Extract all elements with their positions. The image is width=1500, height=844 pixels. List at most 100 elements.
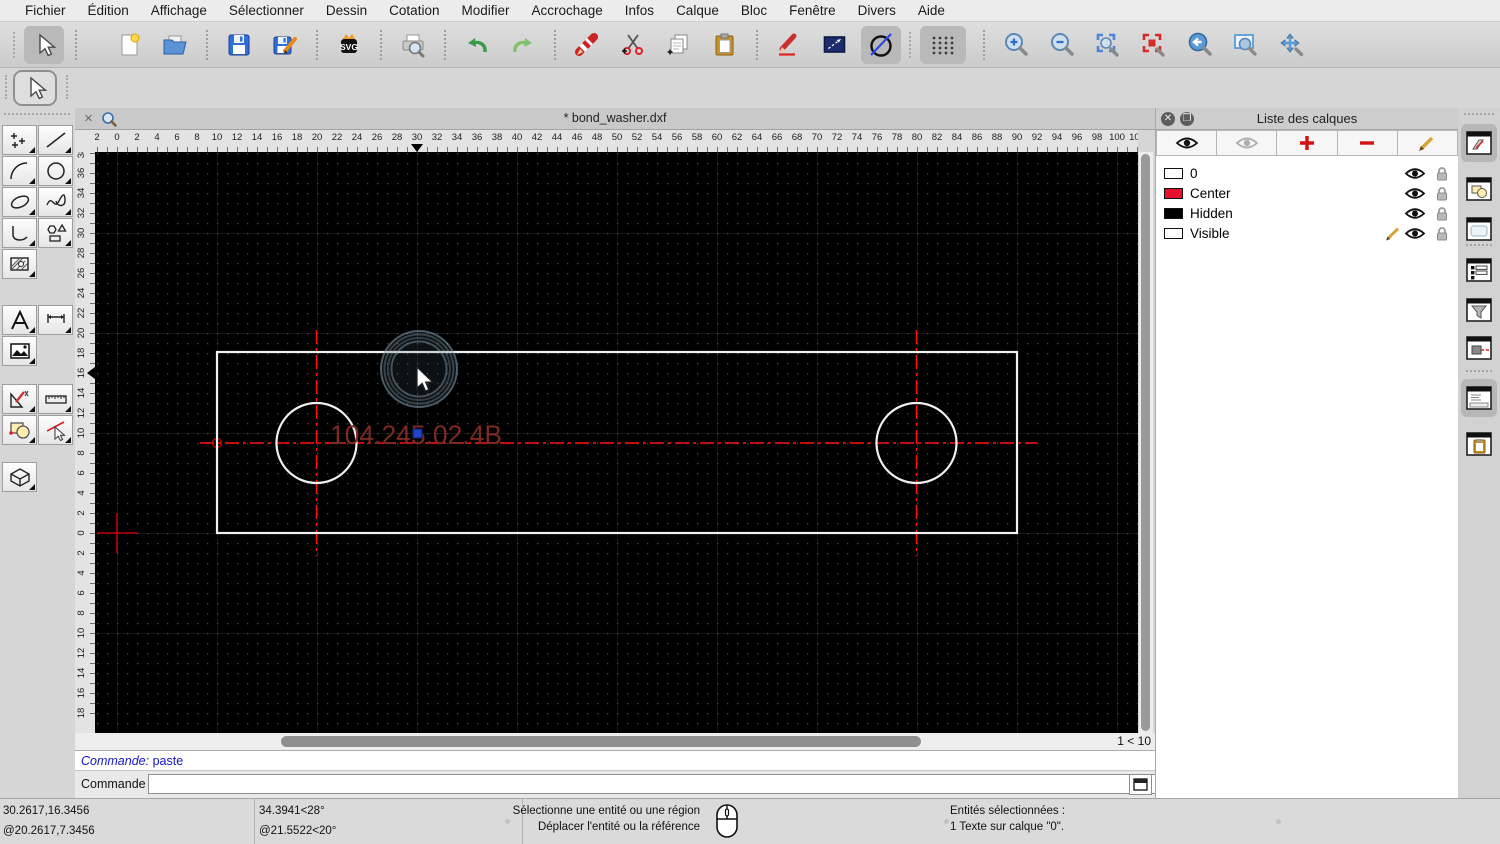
measurement-panel-button[interactable]	[1461, 329, 1497, 367]
circle-tool-button[interactable]	[38, 156, 73, 186]
layer-visibility-toggle[interactable]	[1404, 186, 1426, 206]
polyline-tool-button[interactable]	[2, 218, 37, 248]
menu-divers[interactable]: Divers	[847, 3, 907, 18]
block-tool-button[interactable]	[2, 415, 37, 445]
layer-visibility-toggle[interactable]	[1404, 226, 1426, 246]
add-layer-button[interactable]	[1277, 130, 1337, 156]
layer-row-hidden[interactable]: Hidden	[1156, 204, 1458, 224]
drawing-canvas[interactable]: 104.245.02.4B	[95, 152, 1138, 733]
menu-affichage[interactable]: Affichage	[140, 3, 218, 18]
selection-window-button[interactable]	[815, 26, 855, 64]
image-tool-button[interactable]	[2, 336, 37, 366]
solid-3d-tool-button[interactable]	[2, 462, 37, 492]
layer-visibility-toggle[interactable]	[1404, 206, 1426, 226]
export-svg-button[interactable]: SVG	[329, 26, 369, 64]
layer-visibility-icon[interactable]	[1404, 206, 1426, 221]
zoom-selected-button[interactable]	[1134, 26, 1174, 64]
layer-row-visible[interactable]: Visible	[1156, 224, 1458, 244]
remove-layer-button[interactable]	[1338, 130, 1398, 156]
delete-button[interactable]	[567, 26, 607, 64]
spline-tool-button[interactable]	[38, 187, 73, 217]
vertical-scrollbar-thumb[interactable]	[1141, 154, 1150, 731]
command-options-button[interactable]	[1129, 774, 1152, 795]
select-entity-tool-button[interactable]	[38, 415, 73, 445]
layer-lock-toggle[interactable]	[1435, 186, 1449, 206]
menu-fichier[interactable]: Fichier	[14, 3, 77, 18]
hatch-tool-button[interactable]	[2, 249, 37, 279]
command-line-panel-button[interactable]	[1461, 379, 1497, 417]
menu-calque[interactable]: Calque	[665, 3, 730, 18]
save-as-button[interactable]	[265, 26, 305, 64]
edit-layer-button[interactable]	[1398, 130, 1458, 156]
vertical-scrollbar[interactable]	[1139, 152, 1153, 733]
selection-handle[interactable]	[413, 429, 422, 438]
zoom-previous-button[interactable]	[1180, 26, 1220, 64]
ellipse-tool-button[interactable]	[2, 187, 37, 217]
layer-list-panel-button[interactable]	[1461, 124, 1497, 162]
line-tool-button[interactable]	[38, 125, 73, 155]
menu-selectionner[interactable]: Sélectionner	[218, 3, 315, 18]
layer-color-swatch[interactable]	[1164, 228, 1183, 239]
undo-button[interactable]	[457, 26, 497, 64]
horizontal-scrollbar[interactable]: 1 < 10	[75, 733, 1155, 750]
copy-button[interactable]	[659, 26, 699, 64]
arc-tool-button[interactable]	[2, 156, 37, 186]
layer-color-swatch[interactable]	[1164, 208, 1183, 219]
layer-color-swatch[interactable]	[1164, 188, 1183, 199]
layer-row-0[interactable]: 0	[1156, 164, 1458, 184]
redo-button[interactable]	[503, 26, 543, 64]
library-browser-panel-button[interactable]	[1461, 210, 1497, 248]
dimension-tool-button[interactable]	[38, 305, 73, 335]
menu-dessin[interactable]: Dessin	[315, 3, 378, 18]
polygon-tool-button[interactable]	[38, 218, 73, 248]
menu-accrochage[interactable]: Accrochage	[520, 3, 613, 18]
select-pointer-button[interactable]	[24, 26, 64, 64]
layer-lock-icon[interactable]	[1435, 206, 1449, 221]
layer-visibility-icon[interactable]	[1404, 186, 1426, 201]
layer-visibility-icon[interactable]	[1404, 226, 1426, 241]
point-tool-button[interactable]	[2, 125, 37, 155]
hide-all-layers-button[interactable]	[1217, 130, 1277, 156]
print-preview-button[interactable]	[393, 26, 433, 64]
entity-list-panel-button[interactable]	[1461, 251, 1497, 289]
menu-aide[interactable]: Aide	[907, 3, 956, 18]
horizontal-scrollbar-thumb[interactable]	[281, 736, 921, 747]
layer-lock-toggle[interactable]	[1435, 226, 1449, 246]
paste-button[interactable]	[705, 26, 745, 64]
zoom-out-button[interactable]	[1042, 26, 1082, 64]
menu-fenetre[interactable]: Fenêtre	[778, 3, 847, 18]
clipboard-panel-button[interactable]	[1461, 425, 1497, 463]
layer-visibility-toggle[interactable]	[1404, 166, 1426, 186]
pen-settings-button[interactable]	[769, 26, 809, 64]
pan-button[interactable]	[1272, 26, 1312, 64]
selection-tool-button[interactable]	[13, 70, 57, 106]
menu-cotation[interactable]: Cotation	[378, 3, 450, 18]
zoom-window-button[interactable]	[1226, 26, 1266, 64]
show-all-layers-button[interactable]	[1156, 130, 1217, 156]
layer-visibility-icon[interactable]	[1404, 166, 1426, 181]
layer-lock-icon[interactable]	[1435, 166, 1449, 181]
layer-lock-icon[interactable]	[1435, 186, 1449, 201]
draft-mode-toggle[interactable]	[861, 26, 901, 64]
modify-tool-button[interactable]	[2, 384, 37, 414]
layer-lock-toggle[interactable]	[1435, 206, 1449, 226]
text-tool-button[interactable]	[2, 305, 37, 335]
grid-toggle[interactable]	[920, 26, 966, 64]
zoom-in-button[interactable]	[996, 26, 1036, 64]
new-file-button[interactable]	[109, 26, 149, 64]
zoom-auto-button[interactable]	[1088, 26, 1128, 64]
filter-panel-button[interactable]	[1461, 291, 1497, 329]
menu-modifier[interactable]: Modifier	[450, 3, 520, 18]
menu-bloc[interactable]: Bloc	[730, 3, 778, 18]
save-button[interactable]	[219, 26, 259, 64]
measure-tool-button[interactable]	[38, 384, 73, 414]
open-file-button[interactable]	[155, 26, 195, 64]
block-list-panel-button[interactable]	[1461, 170, 1497, 208]
menu-infos[interactable]: Infos	[614, 3, 665, 18]
layer-color-swatch[interactable]	[1164, 168, 1183, 179]
command-input[interactable]	[148, 774, 1200, 794]
layer-lock-toggle[interactable]	[1435, 166, 1449, 186]
layer-lock-icon[interactable]	[1435, 226, 1449, 241]
cut-button[interactable]	[613, 26, 653, 64]
menu-edition[interactable]: Édition	[77, 3, 140, 18]
